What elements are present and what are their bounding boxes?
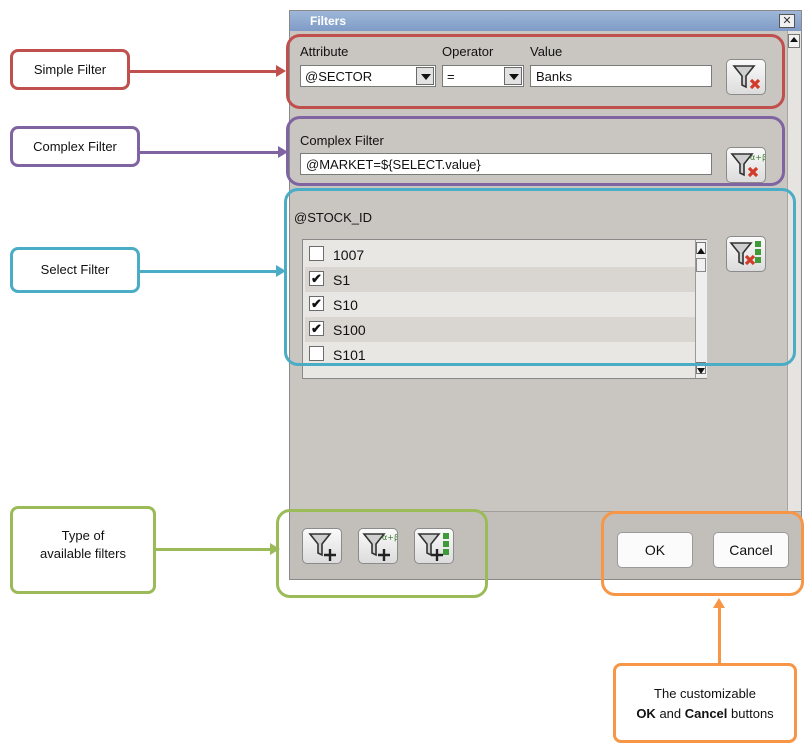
ok-cancel-callout-line2: OK and Cancel buttons — [616, 704, 794, 724]
ok-emphasis: OK — [636, 706, 656, 721]
cancel-emphasis: Cancel — [684, 706, 728, 721]
ok-cancel-callout: The customizable OK and Cancel buttons — [613, 663, 797, 743]
select-filter-callout: Select Filter — [10, 247, 140, 293]
select-filter-arrow-line — [140, 270, 276, 273]
ok-cancel-highlight — [601, 511, 804, 596]
ok-cancel-arrow-line — [718, 607, 721, 663]
chevron-down-icon — [697, 368, 705, 374]
complex-filter-callout: Complex Filter — [10, 126, 140, 167]
and-text: and — [659, 706, 682, 721]
simple-filter-arrow-line — [130, 70, 276, 73]
filter-types-arrow-line — [156, 548, 270, 551]
dialog-title: Filters — [310, 14, 347, 28]
filter-types-highlight — [276, 509, 488, 598]
arrow-right-icon — [276, 65, 286, 77]
filter-types-callout-line1: Type of — [61, 528, 105, 543]
ok-cancel-callout-line1: The customizable — [654, 686, 756, 701]
close-button[interactable]: ✕ — [779, 14, 795, 28]
chevron-up-icon — [790, 37, 798, 42]
complex-filter-highlight — [286, 116, 785, 186]
filter-types-callout: Type of available filters — [10, 506, 156, 594]
arrow-right-icon — [276, 265, 286, 277]
complex-filter-arrow-line — [140, 151, 278, 154]
arrow-right-icon — [278, 146, 288, 158]
filter-types-callout-line2: available filters — [40, 546, 126, 561]
scroll-up-button[interactable] — [788, 34, 800, 48]
select-filter-highlight — [284, 188, 796, 366]
simple-filter-highlight — [286, 34, 785, 109]
simple-filter-callout: Simple Filter — [10, 49, 130, 90]
arrow-right-icon — [270, 543, 280, 555]
buttons-text: buttons — [731, 706, 774, 721]
title-bar: Filters ✕ — [290, 11, 801, 31]
